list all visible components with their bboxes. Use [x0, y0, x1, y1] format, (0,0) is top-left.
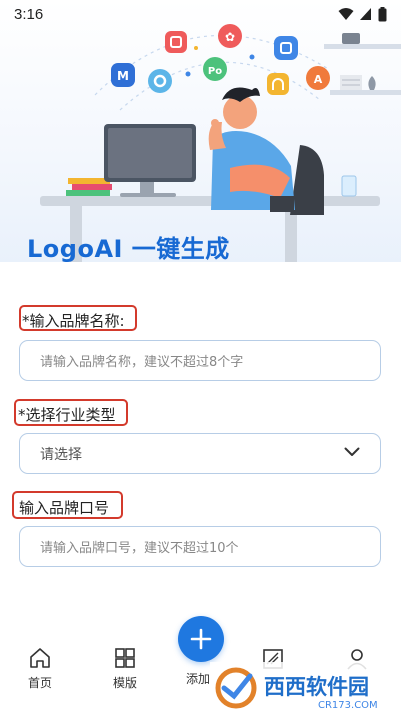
chevron-down-icon [344, 447, 360, 456]
app-icon-ring [148, 69, 172, 93]
app-icon-square [274, 36, 298, 60]
app-icon-bag [165, 31, 187, 53]
svg-text:西西软件园: 西西软件园 [264, 675, 369, 699]
watermark-logo: 西西软件园 CR173.COM [210, 662, 401, 713]
grid-icon [115, 648, 135, 668]
home-icon [30, 648, 50, 668]
plus-icon [190, 628, 212, 650]
svg-text:✿: ✿ [225, 30, 235, 44]
nav-add-label: 添加 [186, 672, 211, 686]
nav-home-label: 首页 [28, 676, 53, 690]
app-icon-a: A [306, 66, 330, 90]
app-icon-po: Po [203, 57, 227, 81]
svg-text:CR173.COM: CR173.COM [318, 700, 378, 711]
nav-home[interactable]: 首页 [28, 646, 52, 691]
hero-title: LogoAI 一键生成 [27, 235, 230, 262]
status-icons [338, 6, 387, 22]
add-button[interactable] [178, 616, 224, 662]
hero-illustration: ✿ M Po A [40, 24, 401, 262]
app-icon-m: M [111, 63, 135, 87]
wifi-icon [338, 8, 354, 20]
status-time: 3:16 [14, 5, 44, 23]
slogan-input[interactable]: 请输入品牌口号，建议不超过10个 [19, 526, 381, 567]
industry-select-value: 请选择 [40, 446, 82, 463]
svg-text:A: A [314, 73, 323, 86]
brand-name-label: *输入品牌名称: [22, 312, 125, 330]
signal-icon [360, 8, 371, 20]
slogan-label: 输入品牌口号 [19, 499, 110, 517]
industry-label: *选择行业类型 [18, 406, 116, 424]
hero-banner: ✿ M Po A LogoAI 一键生成 [0, 0, 401, 262]
nav-templates-label: 模版 [113, 676, 138, 690]
industry-select[interactable]: 请选择 [19, 433, 381, 474]
app-icon-arch [267, 73, 289, 95]
svg-text:Po: Po [208, 66, 222, 77]
brand-name-input[interactable]: 请输入品牌名称，建议不超过8个字 [19, 340, 381, 381]
nav-add[interactable]: 添加 [186, 666, 210, 687]
battery-icon [378, 6, 387, 21]
status-bar: 3:16 [0, 0, 401, 28]
nav-templates[interactable]: 模版 [113, 646, 137, 691]
svg-text:M: M [117, 69, 129, 83]
